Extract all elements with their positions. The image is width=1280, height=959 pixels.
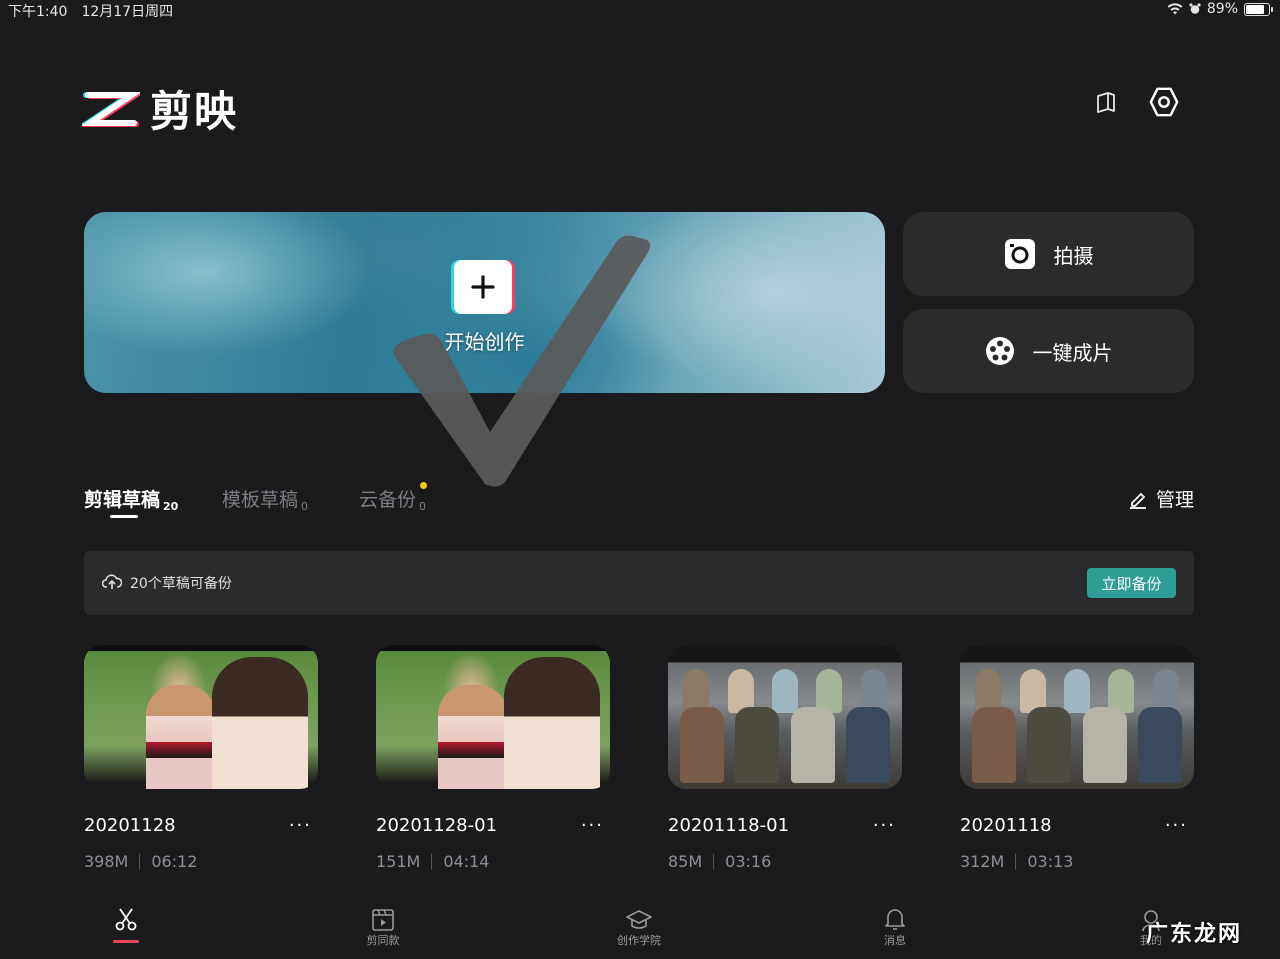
draft-thumbnail[interactable] (668, 645, 902, 789)
capcut-logo-icon (82, 91, 140, 127)
nav-template[interactable]: 剪同款 (343, 902, 423, 948)
draft-title: 20201118 (960, 815, 1052, 836)
tab-edit-drafts[interactable]: 剪辑草稿 20 (84, 485, 178, 513)
edit-pen-icon (1129, 492, 1146, 509)
tab-count: 20 (163, 500, 179, 513)
battery-icon (1244, 2, 1273, 16)
backup-banner: 20个草稿可备份 立即备份 (84, 551, 1194, 615)
draft-duration: 04:14 (443, 852, 490, 871)
app-logo: 剪映 (82, 78, 238, 139)
tab-label: 云备份 (359, 489, 417, 511)
draft-size: 312M (960, 852, 1005, 871)
more-options-button[interactable]: ··· (873, 815, 902, 836)
film-reel-icon (985, 337, 1014, 365)
cloud-upload-icon (102, 574, 122, 589)
draft-title: 20201128 (84, 815, 176, 836)
draft-card[interactable]: 20201118 ··· 312M 03:13 (960, 645, 1194, 871)
nav-label: 消息 (884, 934, 906, 947)
draft-thumbnail[interactable] (84, 645, 318, 789)
backup-message: 20个草稿可备份 (130, 576, 232, 592)
draft-size: 151M (376, 852, 421, 871)
more-options-button[interactable]: ··· (1165, 815, 1194, 836)
draft-card[interactable]: 20201128-01 ··· 151M 04:14 (376, 645, 610, 871)
status-bar-left: 下午1:40 12月17日周四 (8, 1, 187, 21)
draft-title: 20201128-01 (376, 815, 498, 836)
tab-active-indicator (110, 515, 138, 518)
tab-template-drafts[interactable]: 模板草稿 0 (222, 485, 308, 513)
nav-label: 剪同款 (366, 934, 400, 947)
watermark-text: 广东龙网 (1145, 922, 1242, 947)
draft-card[interactable]: 20201118-01 ··· 85M 03:16 (668, 645, 902, 871)
nav-edit[interactable] (86, 902, 166, 932)
template-video-icon (372, 909, 394, 931)
settings-button[interactable] (1148, 86, 1180, 118)
backup-now-button[interactable]: 立即备份 (1087, 568, 1176, 598)
scissors-icon (115, 908, 137, 931)
wifi-icon (1167, 3, 1183, 15)
graduation-cap-icon (626, 910, 652, 929)
bell-icon (885, 909, 905, 930)
app-name: 剪映 (150, 87, 239, 136)
manage-button[interactable]: 管理 (1128, 485, 1194, 512)
camera-icon (1004, 239, 1035, 269)
draft-duration: 03:13 (1027, 852, 1074, 871)
shoot-button[interactable]: 拍摄 (903, 212, 1194, 296)
status-date: 12月17日周四 (81, 4, 174, 20)
tab-count: 0 (301, 500, 309, 513)
nav-messages[interactable]: 消息 (855, 902, 935, 948)
one-click-video-button[interactable]: 一键成片 (903, 309, 1194, 393)
draft-duration: 06:12 (151, 852, 198, 871)
status-bar-right: 89% (1167, 1, 1273, 17)
draft-card[interactable]: 20201128 ··· 398M 06:12 (84, 645, 318, 871)
tutorial-book-icon (1097, 92, 1115, 113)
manage-label: 管理 (1155, 489, 1194, 511)
one-click-label: 一键成片 (1032, 340, 1113, 365)
draft-title: 20201118-01 (668, 815, 790, 836)
battery-percent: 89% (1206, 1, 1238, 17)
more-options-button[interactable]: ··· (581, 815, 610, 836)
draft-thumbnail[interactable] (376, 645, 610, 789)
shoot-label: 拍摄 (1053, 243, 1094, 268)
draft-size: 85M (668, 852, 703, 871)
status-time: 下午1:40 (8, 4, 68, 20)
draft-duration: 03:16 (725, 852, 772, 871)
draft-size: 398M (84, 852, 129, 871)
watermark-checkmark (393, 235, 650, 487)
more-options-button[interactable]: ··· (289, 815, 318, 836)
nav-label: 创作学院 (617, 934, 661, 947)
draft-thumbnail[interactable] (960, 645, 1194, 789)
tutorial-button[interactable] (1090, 86, 1122, 118)
alarm-icon (1189, 3, 1201, 14)
settings-hexagon-icon (1149, 87, 1179, 117)
tab-count: 0 (419, 500, 427, 513)
tab-label: 剪辑草稿 (84, 489, 161, 511)
nav-academy[interactable]: 创作学院 (599, 902, 679, 948)
nav-active-indicator (113, 940, 139, 943)
tab-label: 模板草稿 (222, 489, 299, 511)
